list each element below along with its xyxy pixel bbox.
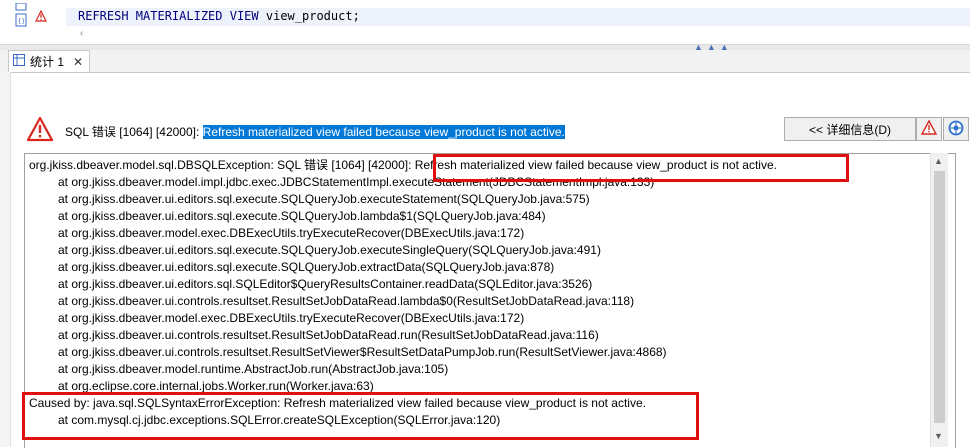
error-message-selected[interactable]: Refresh materialized view failed because… [202,125,565,139]
error-log-button[interactable] [916,117,942,141]
trace-line: at org.jkiss.dbeaver.ui.editors.sql.exec… [58,209,546,223]
results-tabbar: 统计 1 ✕ [0,50,970,73]
tab-label: 统计 1 [30,55,65,69]
trace-line: at org.jkiss.dbeaver.ui.controls.results… [58,328,599,342]
trace-line: at org.eclipse.core.internal.jobs.Worker… [58,379,374,393]
help-button[interactable] [943,117,969,141]
close-icon[interactable]: ✕ [73,55,83,69]
trace-line: at org.jkiss.dbeaver.model.runtime.Abstr… [58,362,449,376]
error-message: SQL 错误 [1064] [42000]: Refresh materiali… [65,123,565,140]
sql-editor[interactable]: {} REFRESH MATERIALIZED VIEW view_produc… [0,0,970,44]
stack-trace-text[interactable]: org.jkiss.dbeaver.model.sql.DBSQLExcepti… [24,153,956,448]
editor-gutter: {} [0,0,52,44]
tab-statistics-1[interactable]: 统计 1 ✕ [8,50,91,72]
trace-line: at org.jkiss.dbeaver.ui.editors.sql.exec… [58,192,590,206]
sql-keyword: REFRESH MATERIALIZED [78,9,223,23]
error-prefix: SQL 错误 [1064] [42000]: [65,125,200,139]
error-log-icon [920,119,938,138]
trace-line: at org.jkiss.dbeaver.model.exec.DBExecUt… [58,311,525,325]
trace-line-tail: Refresh materialized view failed because… [414,158,777,172]
help-icon [948,120,964,139]
sql-identifier: view_product; [265,9,360,23]
scroll-up-icon[interactable]: ▲ [934,156,943,166]
trace-line: org.jkiss.dbeaver.model.sql.DBSQLExcepti… [29,157,777,174]
vertical-scrollbar[interactable]: ▲ ▼ [930,153,948,447]
svg-text:{}: {} [18,18,26,25]
grid-icon [13,54,25,69]
warning-triangle-icon [26,116,54,145]
trace-line: at com.mysql.cj.jdbc.exceptions.SQLError… [58,413,501,427]
details-button[interactable]: << 详细信息(D) [784,117,916,141]
trace-line: at org.jkiss.dbeaver.ui.editors.sql.exec… [58,260,555,274]
trace-line: at org.jkiss.dbeaver.ui.editors.sql.exec… [58,243,601,257]
trace-line: at org.jkiss.dbeaver.ui.controls.results… [58,294,635,308]
error-header: SQL 错误 [1064] [42000]: Refresh materiali… [11,106,970,150]
sql-code-line[interactable]: REFRESH MATERIALIZED VIEW view_product; [78,9,360,23]
trace-line-head: org.jkiss.dbeaver.model.sql.DBSQLExcepti… [29,158,415,172]
chevron-left-icon[interactable]: ‹ [80,28,83,39]
trace-line: at org.jkiss.dbeaver.model.impl.jdbc.exe… [58,175,655,189]
trace-line: Caused by: java.sql.SQLSyntaxErrorExcept… [29,396,646,410]
side-panel-strip [0,72,11,447]
sql-script-icon: {} [15,13,27,27]
script-file-icon [15,0,27,12]
scrollbar-thumb[interactable] [934,171,945,423]
error-marker-icon [35,9,47,22]
sql-keyword: VIEW [229,9,259,23]
trace-line: at org.jkiss.dbeaver.model.exec.DBExecUt… [58,226,525,240]
trace-line: at org.jkiss.dbeaver.ui.controls.results… [58,345,667,359]
scroll-down-icon[interactable]: ▼ [934,431,943,441]
trace-line: at org.jkiss.dbeaver.ui.editors.sql.SQLE… [58,277,593,291]
